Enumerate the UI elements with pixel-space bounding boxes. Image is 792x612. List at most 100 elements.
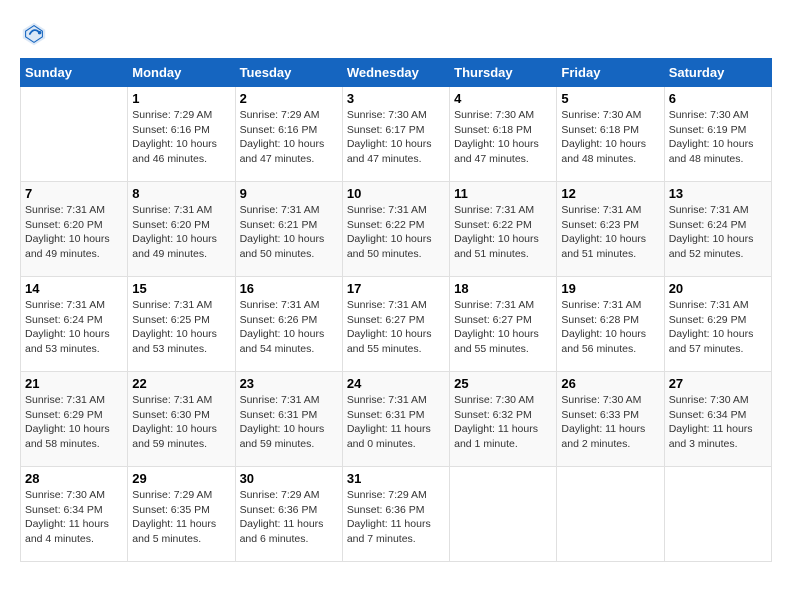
calendar-cell: 24 Sunrise: 7:31 AM Sunset: 6:31 PM Dayli… xyxy=(342,372,449,467)
day-info: Sunrise: 7:31 AM Sunset: 6:20 PM Dayligh… xyxy=(132,203,230,262)
day-number: 1 xyxy=(132,91,230,106)
day-number: 11 xyxy=(454,186,552,201)
column-header-wednesday: Wednesday xyxy=(342,59,449,87)
calendar-cell: 21 Sunrise: 7:31 AM Sunset: 6:29 PM Dayli… xyxy=(21,372,128,467)
day-number: 4 xyxy=(454,91,552,106)
header-row: SundayMondayTuesdayWednesdayThursdayFrid… xyxy=(21,59,772,87)
day-info: Sunrise: 7:29 AM Sunset: 6:16 PM Dayligh… xyxy=(240,108,338,167)
day-info: Sunrise: 7:31 AM Sunset: 6:31 PM Dayligh… xyxy=(240,393,338,452)
logo-icon xyxy=(20,20,48,48)
calendar-cell: 3 Sunrise: 7:30 AM Sunset: 6:17 PM Daylig… xyxy=(342,87,449,182)
day-number: 14 xyxy=(25,281,123,296)
calendar-cell: 23 Sunrise: 7:31 AM Sunset: 6:31 PM Dayli… xyxy=(235,372,342,467)
week-row-4: 21 Sunrise: 7:31 AM Sunset: 6:29 PM Dayli… xyxy=(21,372,772,467)
day-number: 19 xyxy=(561,281,659,296)
day-info: Sunrise: 7:31 AM Sunset: 6:24 PM Dayligh… xyxy=(669,203,767,262)
day-number: 26 xyxy=(561,376,659,391)
day-number: 18 xyxy=(454,281,552,296)
calendar-cell: 15 Sunrise: 7:31 AM Sunset: 6:25 PM Dayli… xyxy=(128,277,235,372)
calendar-cell: 12 Sunrise: 7:31 AM Sunset: 6:23 PM Dayli… xyxy=(557,182,664,277)
day-info: Sunrise: 7:29 AM Sunset: 6:35 PM Dayligh… xyxy=(132,488,230,547)
column-header-thursday: Thursday xyxy=(450,59,557,87)
day-info: Sunrise: 7:29 AM Sunset: 6:36 PM Dayligh… xyxy=(347,488,445,547)
day-info: Sunrise: 7:31 AM Sunset: 6:23 PM Dayligh… xyxy=(561,203,659,262)
day-number: 29 xyxy=(132,471,230,486)
column-header-monday: Monday xyxy=(128,59,235,87)
calendar-cell: 9 Sunrise: 7:31 AM Sunset: 6:21 PM Daylig… xyxy=(235,182,342,277)
calendar-cell xyxy=(21,87,128,182)
day-number: 28 xyxy=(25,471,123,486)
day-info: Sunrise: 7:31 AM Sunset: 6:27 PM Dayligh… xyxy=(347,298,445,357)
day-info: Sunrise: 7:29 AM Sunset: 6:36 PM Dayligh… xyxy=(240,488,338,547)
calendar-cell: 20 Sunrise: 7:31 AM Sunset: 6:29 PM Dayli… xyxy=(664,277,771,372)
day-info: Sunrise: 7:30 AM Sunset: 6:34 PM Dayligh… xyxy=(669,393,767,452)
day-info: Sunrise: 7:31 AM Sunset: 6:29 PM Dayligh… xyxy=(669,298,767,357)
day-number: 24 xyxy=(347,376,445,391)
day-number: 8 xyxy=(132,186,230,201)
calendar-cell: 29 Sunrise: 7:29 AM Sunset: 6:35 PM Dayli… xyxy=(128,467,235,562)
day-info: Sunrise: 7:31 AM Sunset: 6:27 PM Dayligh… xyxy=(454,298,552,357)
day-number: 13 xyxy=(669,186,767,201)
column-header-friday: Friday xyxy=(557,59,664,87)
calendar-cell: 28Sunrise: 7:30 AM Sunset: 6:34 PM Dayli… xyxy=(21,467,128,562)
day-info: Sunrise: 7:31 AM Sunset: 6:20 PM Dayligh… xyxy=(25,203,123,262)
day-info: Sunrise: 7:31 AM Sunset: 6:22 PM Dayligh… xyxy=(454,203,552,262)
day-info: Sunrise: 7:31 AM Sunset: 6:24 PM Dayligh… xyxy=(25,298,123,357)
calendar-cell: 13 Sunrise: 7:31 AM Sunset: 6:24 PM Dayli… xyxy=(664,182,771,277)
week-row-2: 7 Sunrise: 7:31 AM Sunset: 6:20 PM Daylig… xyxy=(21,182,772,277)
calendar-cell xyxy=(664,467,771,562)
column-header-tuesday: Tuesday xyxy=(235,59,342,87)
calendar-cell xyxy=(450,467,557,562)
calendar-cell xyxy=(557,467,664,562)
day-info: Sunrise: 7:30 AM Sunset: 6:19 PM Dayligh… xyxy=(669,108,767,167)
day-number: 20 xyxy=(669,281,767,296)
day-number: 7 xyxy=(25,186,123,201)
calendar-cell: 2 Sunrise: 7:29 AM Sunset: 6:16 PM Daylig… xyxy=(235,87,342,182)
day-info: Sunrise: 7:31 AM Sunset: 6:21 PM Dayligh… xyxy=(240,203,338,262)
calendar-cell: 14 Sunrise: 7:31 AM Sunset: 6:24 PM Dayli… xyxy=(21,277,128,372)
day-info: Sunrise: 7:30 AM Sunset: 6:18 PM Dayligh… xyxy=(454,108,552,167)
day-info: Sunrise: 7:30 AM Sunset: 6:32 PM Dayligh… xyxy=(454,393,552,452)
page-header xyxy=(20,20,772,48)
day-number: 3 xyxy=(347,91,445,106)
calendar-cell: 16 Sunrise: 7:31 AM Sunset: 6:26 PM Dayli… xyxy=(235,277,342,372)
day-number: 27 xyxy=(669,376,767,391)
day-number: 2 xyxy=(240,91,338,106)
day-info: Sunrise: 7:31 AM Sunset: 6:31 PM Dayligh… xyxy=(347,393,445,452)
calendar-cell: 19 Sunrise: 7:31 AM Sunset: 6:28 PM Dayli… xyxy=(557,277,664,372)
day-number: 9 xyxy=(240,186,338,201)
day-number: 15 xyxy=(132,281,230,296)
day-info: Sunrise: 7:31 AM Sunset: 6:22 PM Dayligh… xyxy=(347,203,445,262)
day-info: Sunrise: 7:31 AM Sunset: 6:28 PM Dayligh… xyxy=(561,298,659,357)
day-number: 16 xyxy=(240,281,338,296)
day-number: 21 xyxy=(25,376,123,391)
day-info: Sunrise: 7:29 AM Sunset: 6:16 PM Dayligh… xyxy=(132,108,230,167)
calendar-table: SundayMondayTuesdayWednesdayThursdayFrid… xyxy=(20,58,772,562)
day-info: Sunrise: 7:31 AM Sunset: 6:25 PM Dayligh… xyxy=(132,298,230,357)
day-info: Sunrise: 7:30 AM Sunset: 6:17 PM Dayligh… xyxy=(347,108,445,167)
week-row-5: 28Sunrise: 7:30 AM Sunset: 6:34 PM Dayli… xyxy=(21,467,772,562)
calendar-cell: 8 Sunrise: 7:31 AM Sunset: 6:20 PM Daylig… xyxy=(128,182,235,277)
day-info: Sunrise: 7:30 AM Sunset: 6:18 PM Dayligh… xyxy=(561,108,659,167)
calendar-cell: 7 Sunrise: 7:31 AM Sunset: 6:20 PM Daylig… xyxy=(21,182,128,277)
calendar-cell: 10 Sunrise: 7:31 AM Sunset: 6:22 PM Dayli… xyxy=(342,182,449,277)
calendar-cell: 1 Sunrise: 7:29 AM Sunset: 6:16 PM Daylig… xyxy=(128,87,235,182)
calendar-cell: 26Sunrise: 7:30 AM Sunset: 6:33 PM Dayli… xyxy=(557,372,664,467)
column-header-saturday: Saturday xyxy=(664,59,771,87)
calendar-cell: 31 Sunrise: 7:29 AM Sunset: 6:36 PM Dayli… xyxy=(342,467,449,562)
day-number: 12 xyxy=(561,186,659,201)
day-info: Sunrise: 7:31 AM Sunset: 6:26 PM Dayligh… xyxy=(240,298,338,357)
day-number: 25 xyxy=(454,376,552,391)
day-number: 17 xyxy=(347,281,445,296)
calendar-cell: 22Sunrise: 7:31 AM Sunset: 6:30 PM Dayli… xyxy=(128,372,235,467)
day-number: 23 xyxy=(240,376,338,391)
calendar-cell: 25 Sunrise: 7:30 AM Sunset: 6:32 PM Dayli… xyxy=(450,372,557,467)
calendar-cell: 17 Sunrise: 7:31 AM Sunset: 6:27 PM Dayli… xyxy=(342,277,449,372)
day-number: 30 xyxy=(240,471,338,486)
day-info: Sunrise: 7:31 AM Sunset: 6:29 PM Dayligh… xyxy=(25,393,123,452)
day-number: 22 xyxy=(132,376,230,391)
logo xyxy=(20,20,52,48)
day-number: 31 xyxy=(347,471,445,486)
day-number: 10 xyxy=(347,186,445,201)
week-row-1: 1 Sunrise: 7:29 AM Sunset: 6:16 PM Daylig… xyxy=(21,87,772,182)
